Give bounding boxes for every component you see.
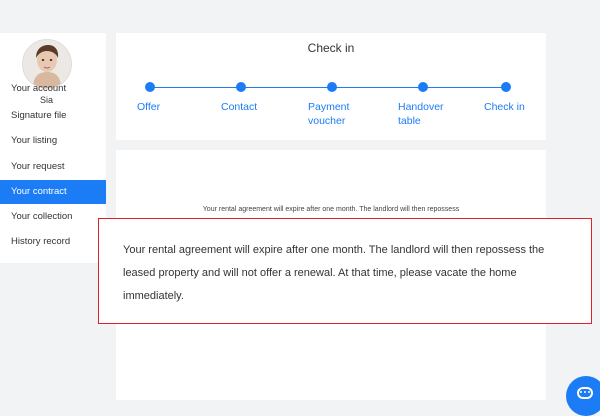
sidebar-item-contract[interactable]: Your contract bbox=[0, 180, 106, 204]
page-title: Check in bbox=[307, 41, 355, 55]
chat-dot-icon bbox=[580, 391, 582, 393]
step-dot-payment-voucher bbox=[327, 82, 337, 92]
step-label-handover-table[interactable]: Handover table bbox=[398, 100, 458, 128]
step-dot-check-in bbox=[501, 82, 511, 92]
chat-dot-icon bbox=[588, 391, 590, 393]
step-label-check-in[interactable]: Check in bbox=[484, 100, 525, 114]
step-label-payment-voucher[interactable]: Payment voucher bbox=[308, 100, 368, 128]
sidebar-item-listing[interactable]: Your listing bbox=[0, 129, 106, 153]
chat-bubble-icon bbox=[577, 387, 593, 399]
step-label-offer[interactable]: Offer bbox=[137, 100, 160, 114]
contract-expiry-notice: Your rental agreement will expire after … bbox=[98, 218, 592, 324]
step-label-contact[interactable]: Contact bbox=[221, 100, 257, 114]
step-dot-handover-table bbox=[418, 82, 428, 92]
sidebar-item-collection[interactable]: Your collection bbox=[0, 205, 106, 229]
contract-expiry-notice-text: Your rental agreement will expire after … bbox=[123, 244, 545, 302]
sidebar-item-request[interactable]: Your request bbox=[0, 155, 106, 179]
progress-steps-card: Check in Offer Contact Payment voucher H… bbox=[116, 33, 546, 140]
contract-expiry-notice-small: Your rental agreement will expire after … bbox=[202, 206, 460, 213]
sidebar: Sia Your account Signature file Your lis… bbox=[0, 33, 106, 263]
chat-button[interactable] bbox=[566, 376, 600, 416]
sidebar-item-history-record[interactable]: History record bbox=[0, 230, 106, 254]
step-dot-contact bbox=[236, 82, 246, 92]
sidebar-item-account[interactable]: Your account bbox=[0, 77, 106, 101]
step-dot-offer bbox=[145, 82, 155, 92]
chat-dot-icon bbox=[584, 391, 586, 393]
sidebar-item-signature-file[interactable]: Signature file bbox=[0, 104, 106, 128]
